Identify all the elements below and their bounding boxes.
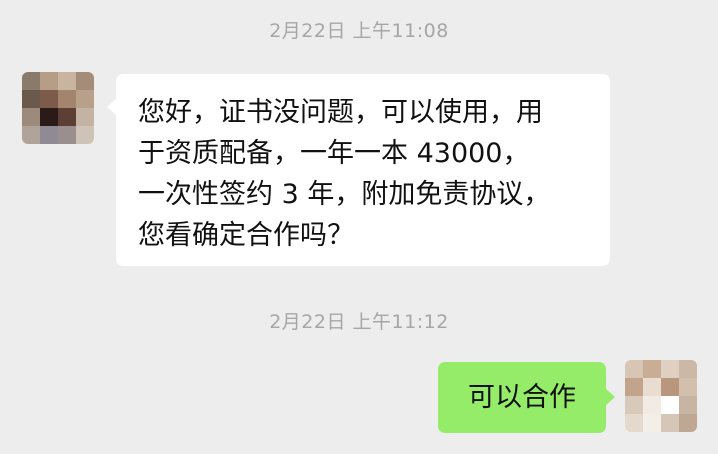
message-timestamp: 2月22日 上午11:12 [269, 311, 449, 333]
contact-avatar-icon[interactable] [22, 72, 94, 144]
incoming-message-text: 您好，证书没问题，可以使用，用 于资质配备，一年一本 43000， 一次性签约 … [138, 97, 551, 251]
outgoing-message-bubble[interactable]: 可以合作 [438, 362, 615, 433]
my-avatar-icon[interactable] [625, 360, 697, 432]
outgoing-message-text: 可以合作 [468, 382, 576, 413]
message-timestamp: 2月22日 上午11:08 [269, 20, 449, 42]
incoming-message-bubble[interactable]: 您好，证书没问题，可以使用，用 于资质配备，一年一本 43000， 一次性签约 … [107, 74, 610, 266]
